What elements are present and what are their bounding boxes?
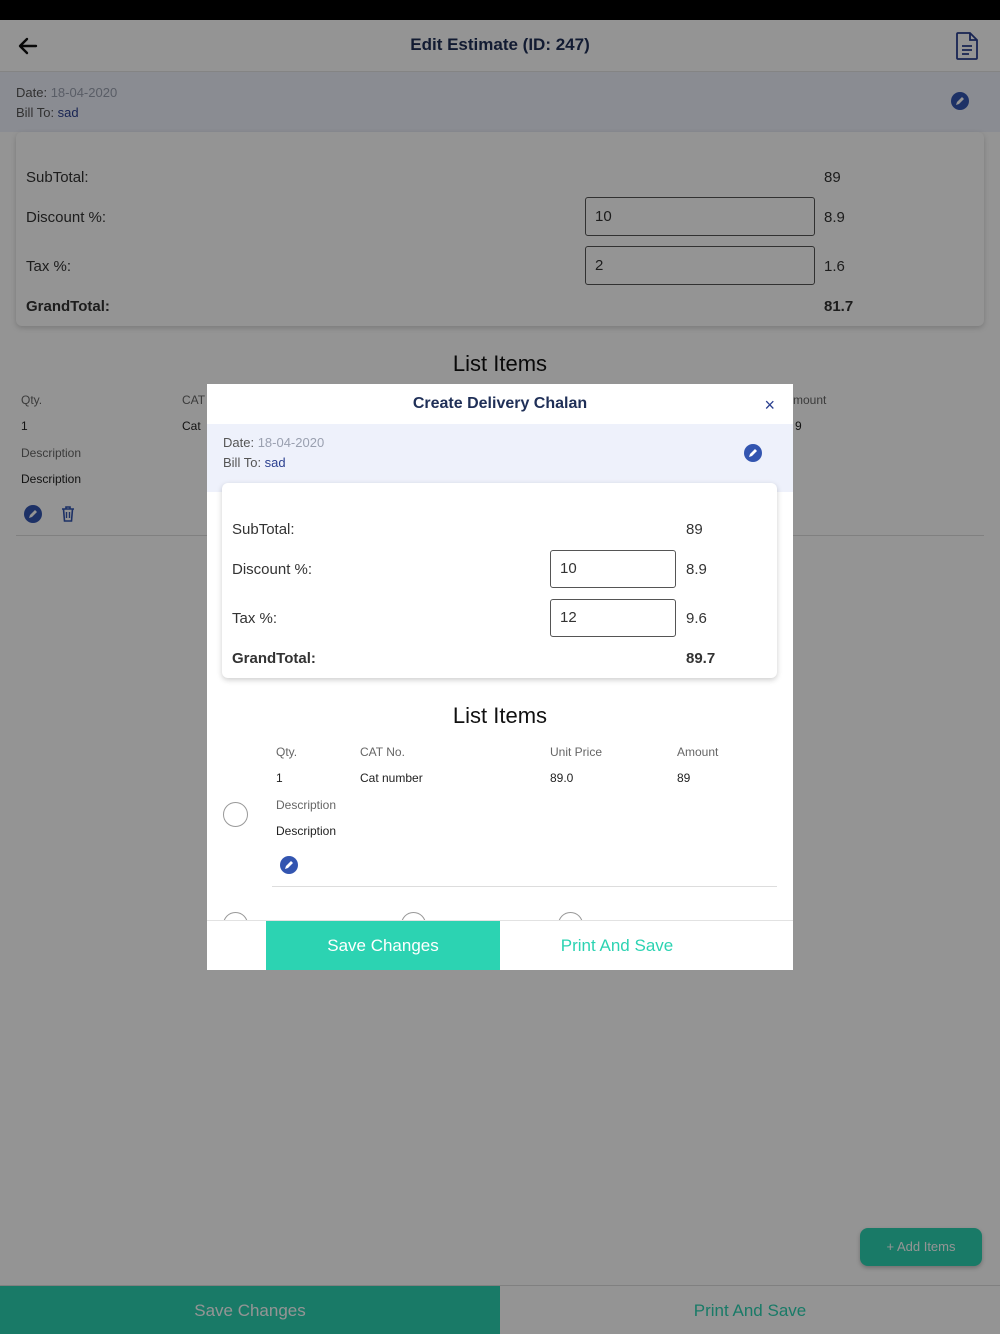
- dialog-amount-header: Amount: [677, 745, 719, 759]
- dialog-save-changes-button[interactable]: Save Changes: [266, 921, 500, 970]
- create-delivery-chalan-dialog: Create Delivery Chalan × Date: 18-04-202…: [207, 384, 793, 970]
- dialog-date-label: Date:: [223, 435, 258, 450]
- dialog-title: Create Delivery Chalan: [412, 395, 588, 412]
- dialog-description-header: Description: [276, 798, 337, 812]
- dialog-unit-price-header: Unit Price: [550, 745, 603, 759]
- dialog-billto-value: sad: [264, 455, 286, 470]
- dialog-cat-value: Cat number: [360, 771, 423, 785]
- dialog-grandtotal-label: GrandTotal:: [232, 650, 316, 667]
- dialog-qty-value: 1: [276, 771, 283, 785]
- dialog-subtotal-value: 89: [686, 521, 703, 538]
- dialog-edit-item-icon[interactable]: [280, 856, 298, 874]
- dialog-summary-card: SubTotal: 89 Discount %: 10 8.9 Tax %: 1…: [222, 483, 777, 678]
- dialog-item-divider: [272, 886, 777, 887]
- dialog-print-and-save-button[interactable]: Print And Save: [500, 921, 734, 970]
- dialog-description-value: Description: [276, 824, 337, 838]
- dialog-qty-header: Qty.: [276, 745, 298, 759]
- dialog-list-items-title: List Items: [452, 703, 548, 728]
- dialog-cat-header: CAT No.: [360, 745, 405, 759]
- dialog-subtotal-label: SubTotal:: [232, 521, 295, 538]
- dialog-unit-price-value: 89.0: [550, 771, 574, 785]
- close-icon[interactable]: ×: [764, 396, 775, 414]
- dialog-discount-label: Discount %:: [232, 561, 313, 578]
- dialog-tax-input[interactable]: 12: [550, 599, 676, 637]
- dialog-tax-label: Tax %:: [232, 610, 278, 627]
- dialog-date-value: 18-04-2020: [257, 435, 325, 450]
- dialog-tax-value: 9.6: [686, 610, 707, 627]
- dialog-footer: Save Changes Print And Save: [207, 920, 793, 970]
- dialog-grandtotal-value: 89.7: [686, 650, 716, 667]
- dialog-bill-info: Date: 18-04-2020 Bill To: sad: [207, 424, 793, 492]
- item-select-radio[interactable]: [223, 802, 248, 827]
- dialog-edit-bill-icon[interactable]: [744, 444, 762, 462]
- dialog-amount-value: 89: [677, 771, 691, 785]
- dialog-billto-label: Bill To:: [223, 455, 265, 470]
- dialog-discount-input[interactable]: 10: [550, 550, 676, 588]
- dialog-discount-value: 8.9: [686, 561, 707, 578]
